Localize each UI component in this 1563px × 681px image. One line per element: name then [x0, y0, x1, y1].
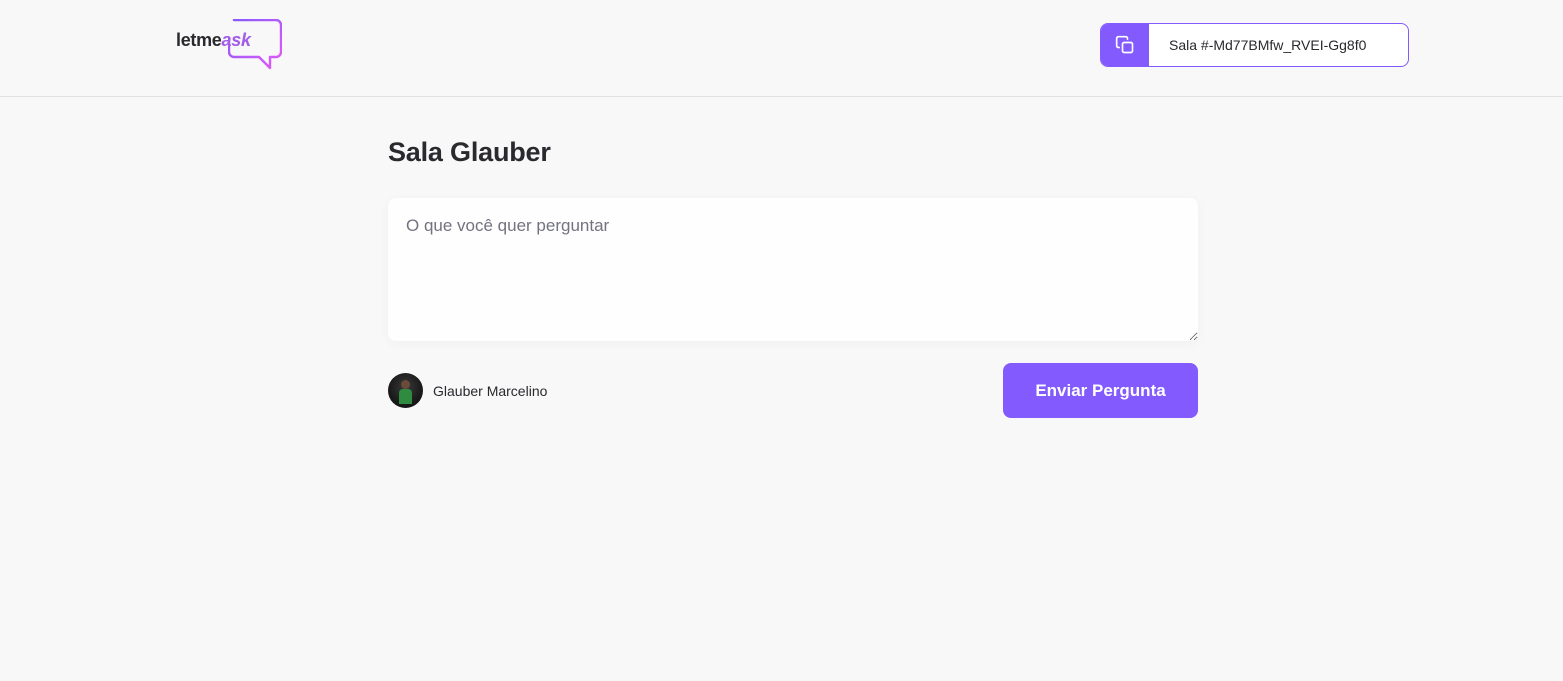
page-title: Sala Glauber: [388, 137, 551, 167]
form-footer: Glauber Marcelino Enviar Pergunta: [388, 363, 1198, 418]
question-input[interactable]: [388, 198, 1198, 341]
user-name: Glauber Marcelino: [433, 382, 548, 399]
letmeask-logo[interactable]: letmeask: [176, 19, 282, 71]
user-info: Glauber Marcelino: [388, 373, 547, 408]
copy-icon[interactable]: [1101, 24, 1149, 66]
question-form: Glauber Marcelino Enviar Pergunta: [388, 198, 1198, 418]
avatar: [388, 373, 423, 408]
send-question-button[interactable]: Enviar Pergunta: [1003, 363, 1198, 418]
page-header: letmeask Sala #-Md77BMfw_RVEI-Gg8f0: [0, 0, 1563, 97]
logo-text-accent: ask: [221, 30, 251, 50]
room-code-label: Sala #-Md77BMfw_RVEI-Gg8f0: [1169, 37, 1367, 53]
room-code-button[interactable]: Sala #-Md77BMfw_RVEI-Gg8f0: [1100, 23, 1409, 67]
logo-text-prefix: letme: [176, 30, 222, 50]
main-content: Sala Glauber Glauber Marcelino Enviar Pe…: [388, 97, 1198, 418]
logo-text: letmeask: [176, 30, 251, 51]
